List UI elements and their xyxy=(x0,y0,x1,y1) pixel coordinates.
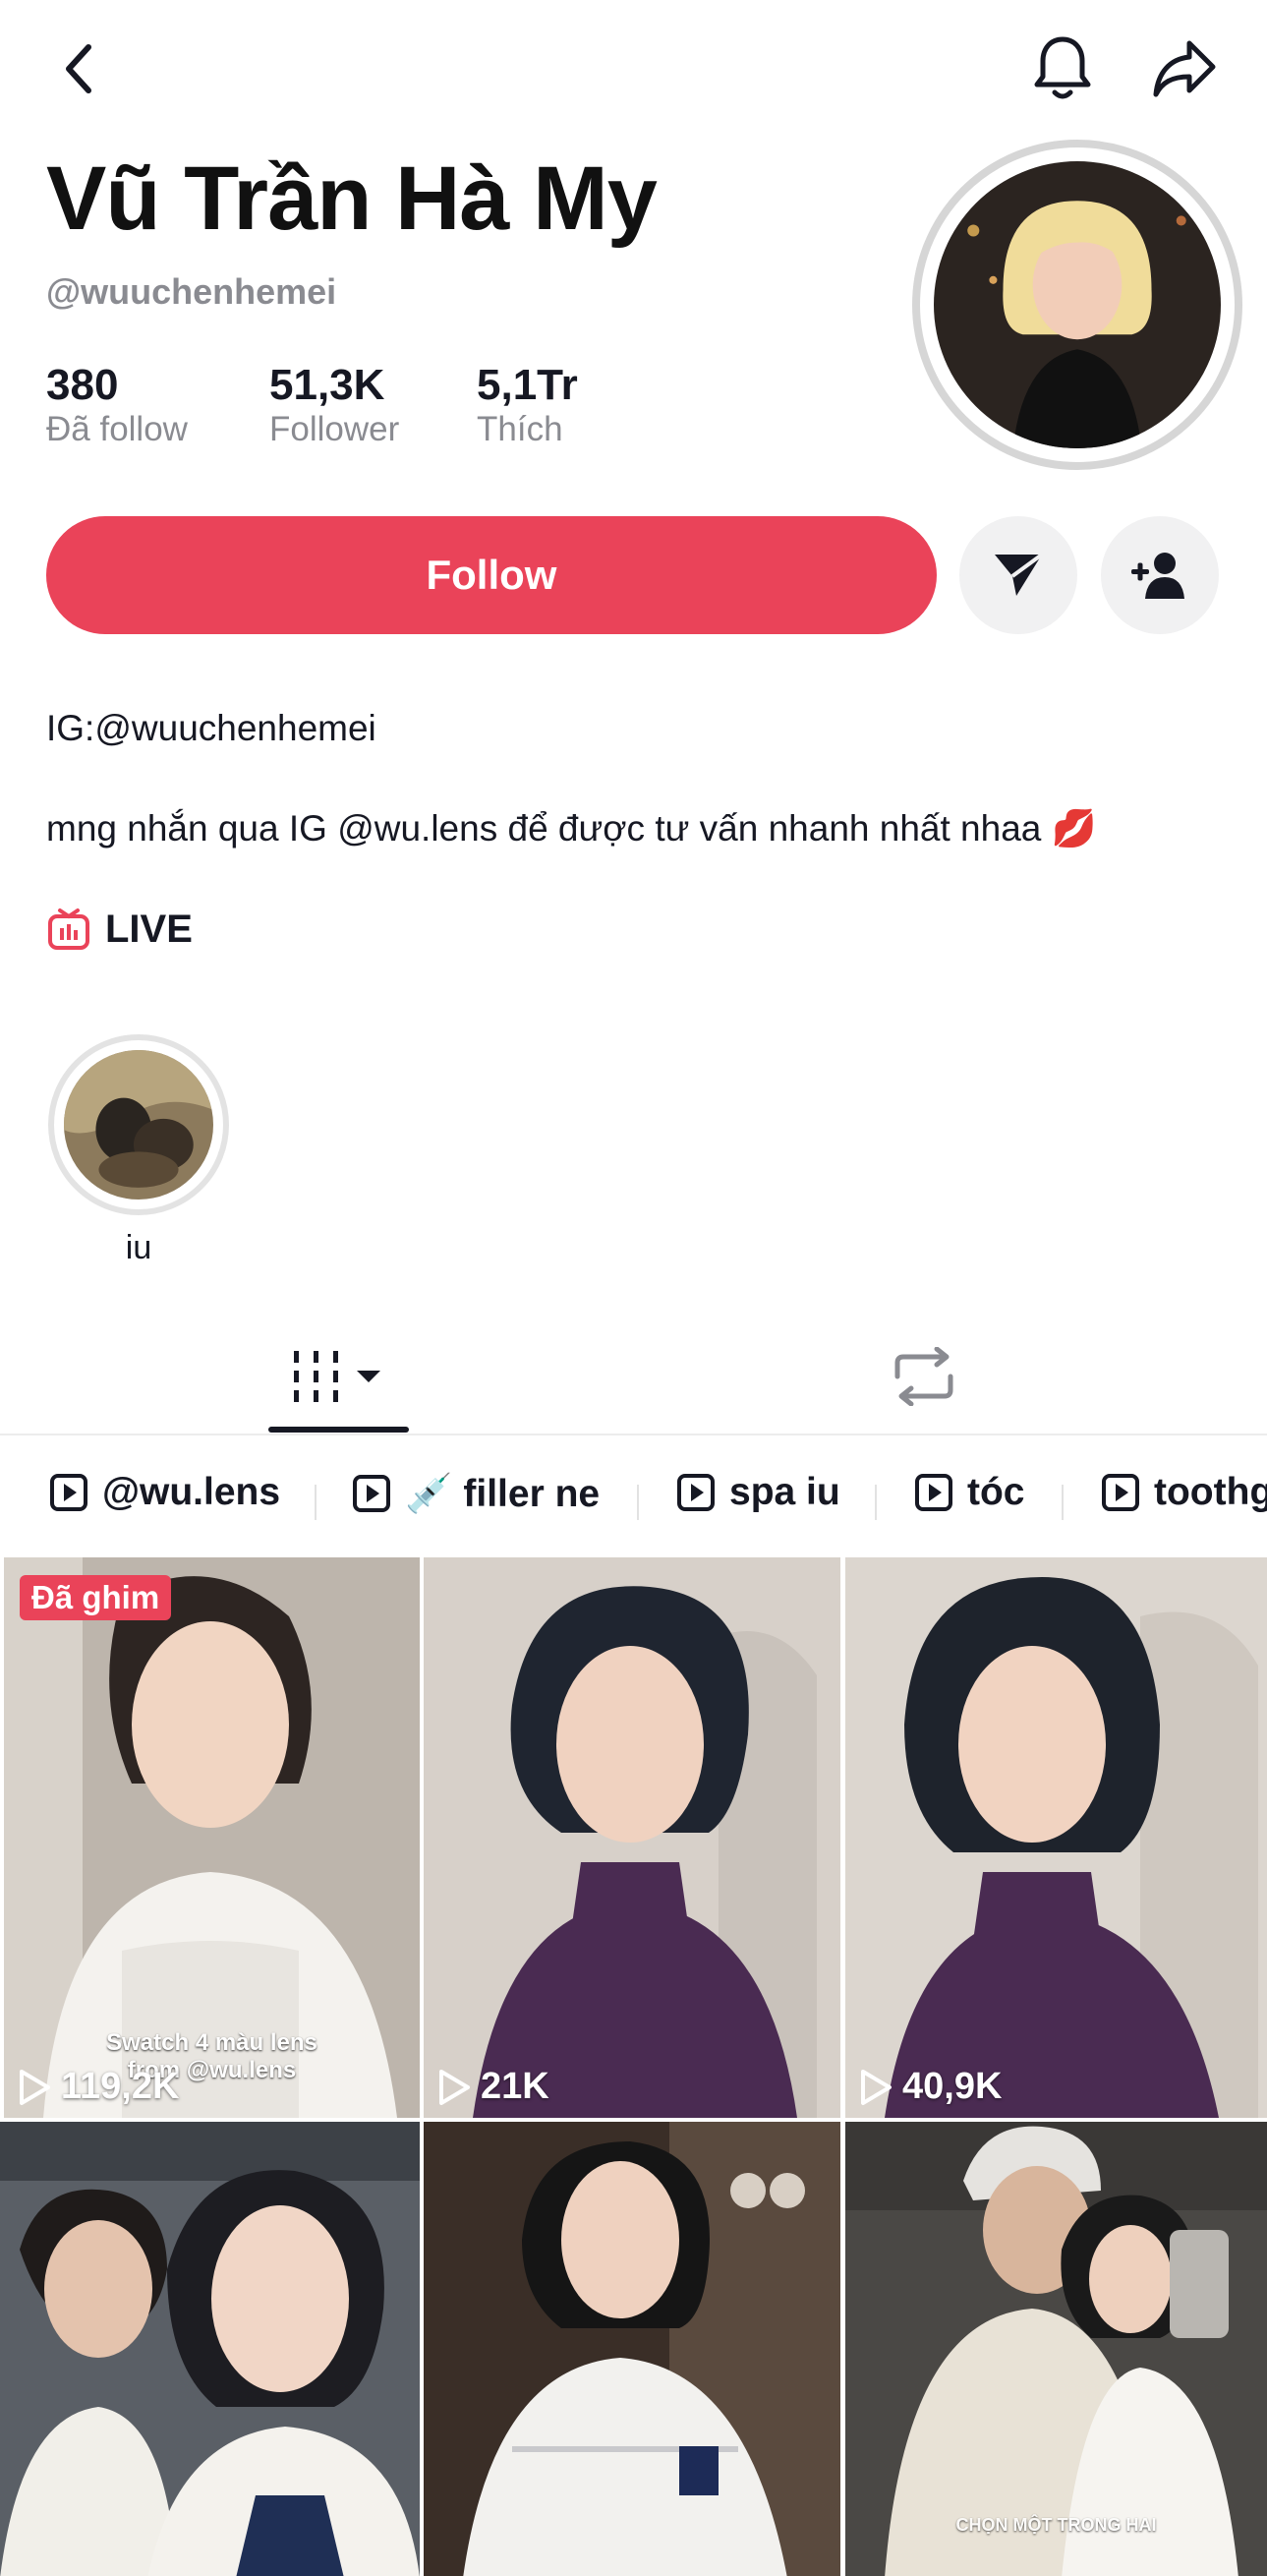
playlist-item[interactable]: tóc xyxy=(914,1471,1025,1514)
tab-reposts[interactable] xyxy=(875,1337,973,1416)
video-views-count: 119,2K xyxy=(61,2066,180,2107)
profile-name: Vũ Trần Hà My xyxy=(46,148,658,249)
playlist-item[interactable]: toothg xyxy=(1101,1471,1267,1514)
video-views: 21K xyxy=(437,2066,549,2108)
notification-button[interactable] xyxy=(1022,28,1103,108)
video-thumbnail[interactable]: Đã ghim Swatch 4 màu lens from @wu.lens … xyxy=(4,1557,420,2118)
chevron-left-icon xyxy=(66,44,91,93)
bell-icon xyxy=(1034,36,1091,99)
play-icon xyxy=(20,2069,50,2105)
video-views: 119,2K xyxy=(18,2066,179,2108)
stat-following-value: 380 xyxy=(46,361,119,409)
playlist-label: tóc xyxy=(967,1471,1025,1513)
play-square-icon xyxy=(915,1474,952,1511)
playlist-label: toothg xyxy=(1154,1471,1267,1513)
play-icon xyxy=(439,2069,470,2105)
playlist-label: spa iu xyxy=(729,1471,840,1513)
add-friend-button[interactable] xyxy=(1101,516,1219,634)
tab-active-indicator xyxy=(268,1427,409,1433)
stat-following[interactable]: 380 Đã follow xyxy=(46,361,188,450)
video-thumbnail[interactable] xyxy=(0,2122,420,2576)
playlist-item[interactable]: spa iu xyxy=(676,1471,840,1514)
send-icon xyxy=(995,553,1044,596)
play-square-icon xyxy=(677,1474,715,1511)
highlight-label: iu xyxy=(125,1229,152,1266)
stat-followers-value: 51,3K xyxy=(269,361,385,409)
stat-followers-label: Follower xyxy=(269,410,400,449)
playlist-item[interactable]: @wu.lens xyxy=(49,1471,280,1514)
add-user-icon xyxy=(1131,553,1184,599)
content-tabs xyxy=(0,1327,1267,1435)
stat-followers[interactable]: 51,3K Follower xyxy=(269,361,400,450)
tv-icon xyxy=(48,908,89,950)
video-views: 40,9K xyxy=(859,2066,1002,2108)
play-square-icon xyxy=(50,1474,87,1511)
playlist-label: 💉 filler ne xyxy=(405,1473,601,1515)
message-button[interactable] xyxy=(959,516,1077,634)
highlight-image xyxy=(64,1050,213,1200)
stat-likes-value: 5,1Tr xyxy=(477,361,578,409)
video-thumbnail[interactable] xyxy=(424,2122,840,2576)
tab-videos[interactable] xyxy=(268,1337,409,1416)
back-button[interactable] xyxy=(39,29,118,108)
highlight-item[interactable] xyxy=(48,1034,229,1215)
stat-likes[interactable]: 5,1Tr Thích xyxy=(477,361,578,450)
video-thumbnail[interactable]: CHỌN MỘT TRONG HAI xyxy=(845,2122,1267,2576)
share-button[interactable] xyxy=(1144,28,1225,108)
bio-line-2: mng nhắn qua IG @wu.lens để được tư vấn … xyxy=(46,808,1097,849)
video-caption: CHỌN MỘT TRONG HAI xyxy=(955,2515,1157,2535)
play-icon xyxy=(861,2069,892,2105)
playlist-label: @wu.lens xyxy=(102,1471,281,1513)
grid-icon xyxy=(293,1351,380,1402)
repost-icon xyxy=(894,1347,953,1406)
play-square-icon xyxy=(353,1475,390,1512)
live-label: LIVE xyxy=(105,907,193,951)
live-link[interactable]: LIVE xyxy=(46,907,193,952)
playlist-divider xyxy=(315,1485,317,1520)
video-views-count: 40,9K xyxy=(902,2066,1003,2107)
video-views-count: 21K xyxy=(481,2066,549,2107)
stat-likes-label: Thích xyxy=(477,410,563,449)
playlist-divider xyxy=(875,1485,877,1520)
pinned-badge: Đã ghim xyxy=(20,1575,172,1620)
stat-following-label: Đã follow xyxy=(46,410,188,449)
bio-line-1: IG:@wuuchenhemei xyxy=(46,708,376,748)
video-grid: Đã ghim Swatch 4 màu lens from @wu.lens … xyxy=(0,1555,1267,2576)
playlist-divider xyxy=(637,1485,639,1520)
playlist-divider xyxy=(1062,1485,1064,1520)
follow-button[interactable]: Follow xyxy=(46,516,937,634)
avatar[interactable] xyxy=(912,140,1242,470)
video-thumbnail[interactable]: 40,9K xyxy=(845,1557,1267,2118)
playlist-row: @wu.lens 💉 filler ne spa iu tóc toothg xyxy=(0,1435,1267,1553)
share-icon xyxy=(1153,40,1216,97)
profile-handle: @wuuchenhemei xyxy=(46,271,337,312)
video-thumbnail[interactable]: 21K xyxy=(424,1557,840,2118)
avatar-image xyxy=(934,161,1221,448)
playlist-item[interactable]: 💉 filler ne xyxy=(352,1471,600,1516)
play-square-icon xyxy=(1102,1474,1139,1511)
